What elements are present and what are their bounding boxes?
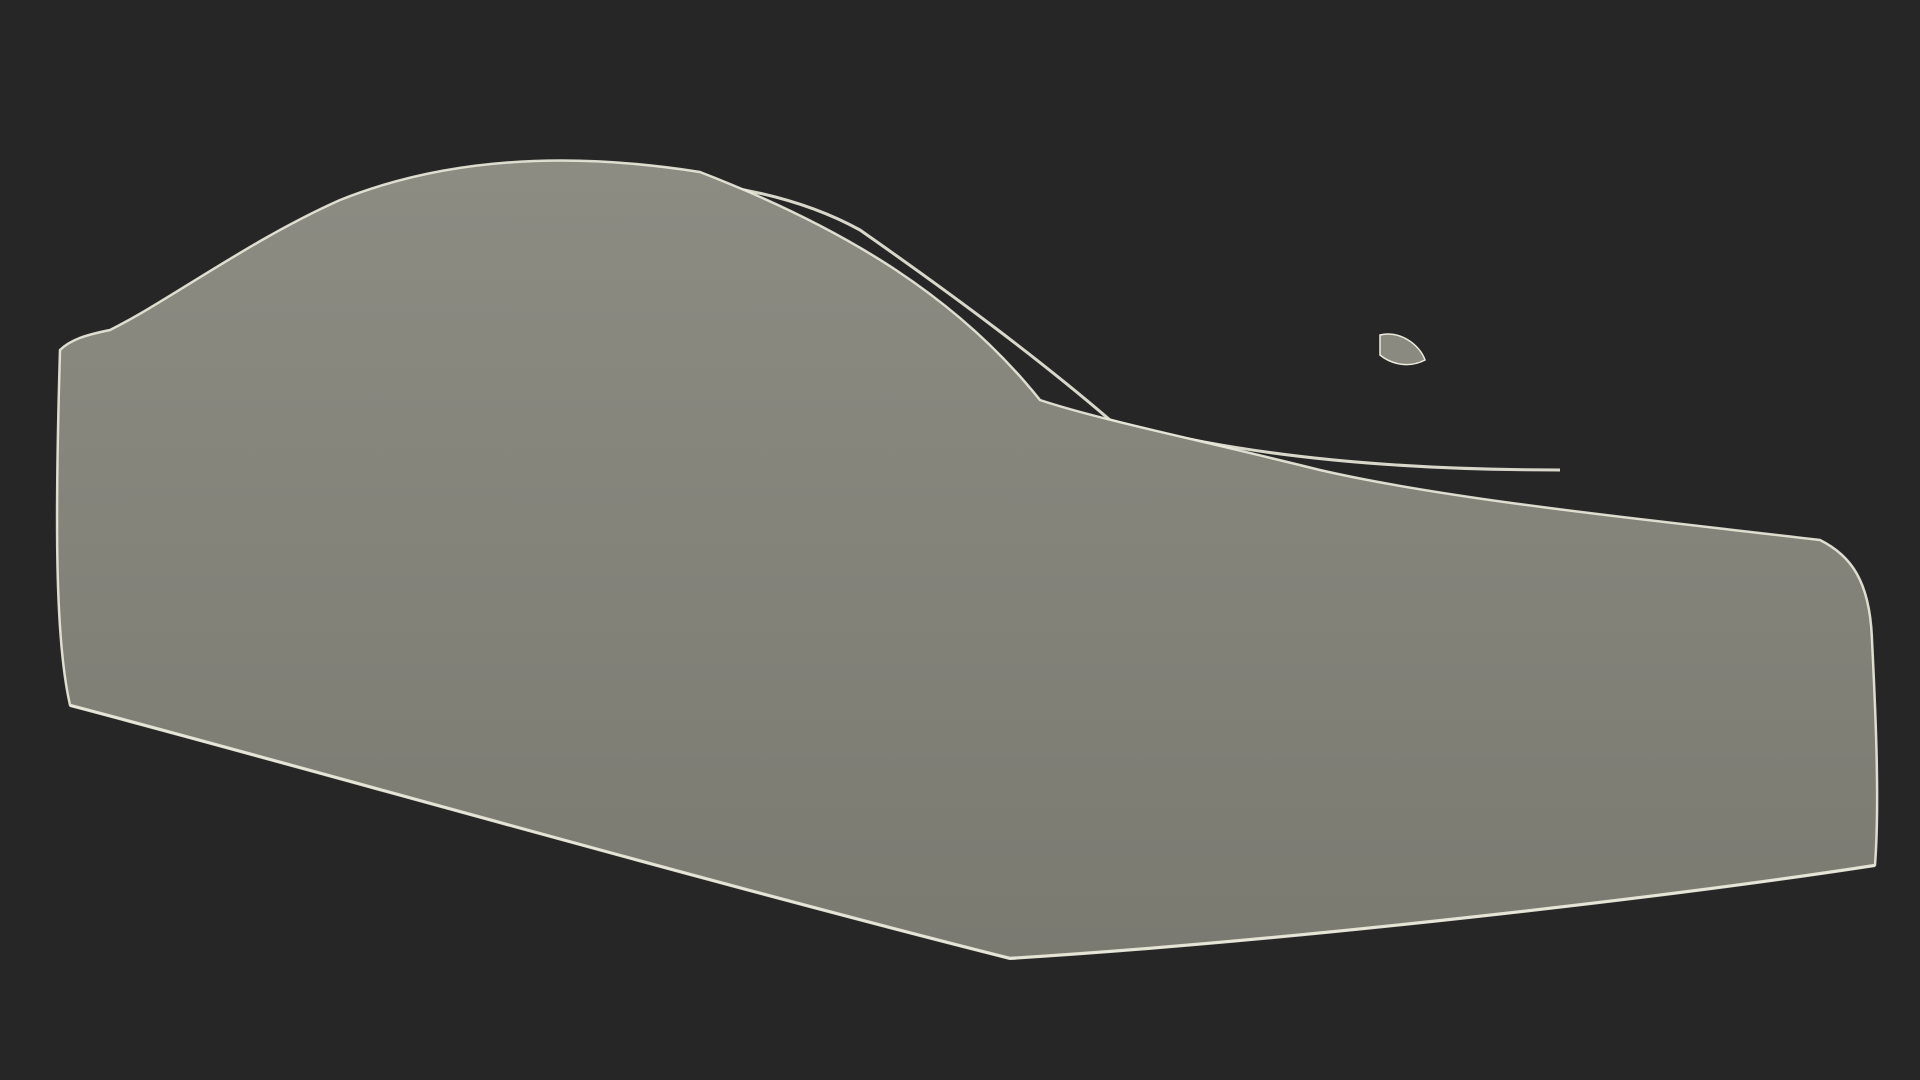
far-mirror-bump <box>1379 333 1426 366</box>
render-viewport <box>0 0 1920 1080</box>
car-cover-wireframe <box>55 159 1879 961</box>
